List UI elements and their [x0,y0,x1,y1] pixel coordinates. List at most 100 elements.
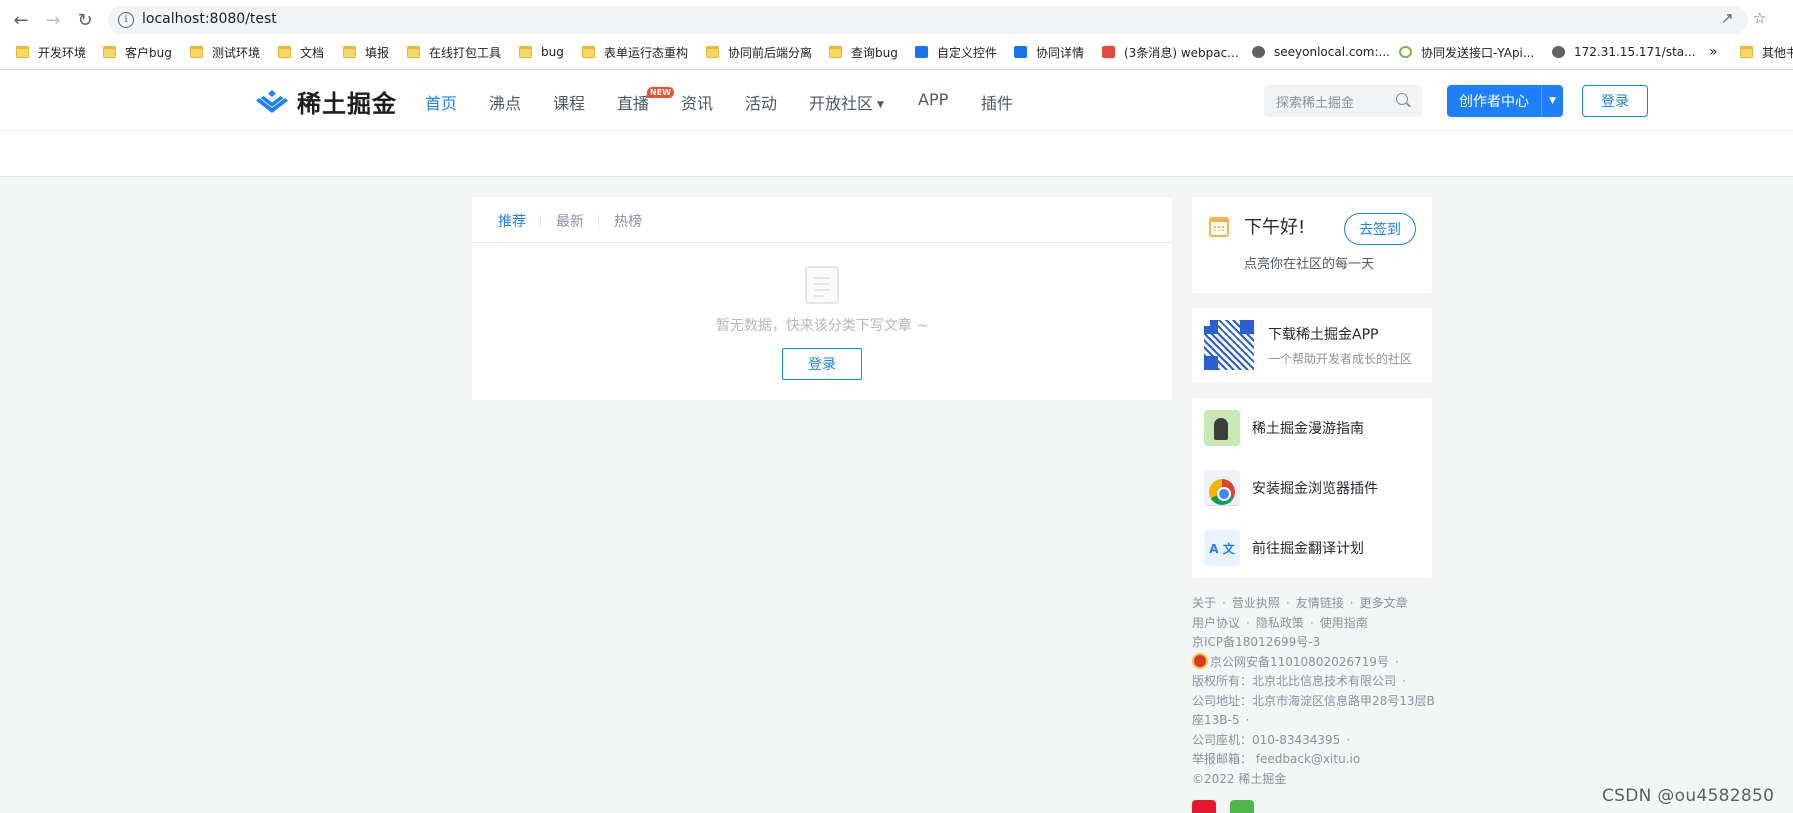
bookmark-item[interactable]: 填报 [343,43,389,61]
juejin-logo-icon [256,90,288,113]
greeting-subtitle: 点亮你在社区的每一天 [1244,257,1375,272]
footer-link-about[interactable]: 关于 [1192,596,1216,610]
footer-link-license[interactable]: 营业执照 [1232,596,1280,610]
footer-link-guide[interactable]: 使用指南 [1320,616,1368,630]
footer-email: 举报邮箱： feedback@xitu.io [1192,752,1361,766]
globe-icon [1552,46,1565,58]
bookmark-item[interactable]: 文档 [278,43,324,61]
police-badge-icon [1192,652,1208,669]
app-icon [1014,46,1027,58]
folder-icon [407,46,420,58]
share-icon[interactable]: ↗ [1721,9,1734,27]
sub-header-bar [0,131,1793,177]
tab-divider [598,215,599,227]
bookmark-item[interactable]: 协同前后端分离 [706,43,812,61]
forward-icon[interactable]: → [40,7,66,33]
login-button[interactable]: 登录 [1582,85,1648,117]
address-url[interactable]: localhost:8080/test [142,11,277,27]
site-logo[interactable]: 稀土掘金 [255,85,397,118]
folder-icon [16,46,29,58]
bookmark-item[interactable]: 开发环境 [16,43,86,61]
bookmark-item[interactable]: 在线打包工具 [407,43,501,61]
footer-link-friends[interactable]: 友情链接 [1296,596,1344,610]
wechat-icon[interactable] [1230,800,1254,813]
bookmark-item-other[interactable]: 其他书签 [1740,43,1793,61]
back-icon[interactable]: ← [8,7,34,33]
link-translation[interactable]: A 文 前往掘金翻译计划 [1204,530,1424,566]
footer-icp[interactable]: 京ICP备18012699号-3 [1192,633,1432,653]
greeting-title: 下午好! [1244,217,1306,238]
nav-pins[interactable]: 沸点 [489,90,521,114]
bookmark-star-icon[interactable]: ☆ [1753,9,1766,27]
footer-police[interactable]: 京公网安备11010802026719号 · [1192,652,1432,673]
nav-home[interactable]: 首页 [425,90,457,114]
bookmark-item[interactable]: 自定义控件 [915,43,997,61]
csdn-watermark: CSDN @ou4582850 [1602,786,1775,806]
bookmark-item[interactable]: 查询bug [829,43,898,61]
tab-hot[interactable]: 热榜 [614,211,642,231]
bookmark-item[interactable]: (3条消息) webpac... [1102,43,1239,61]
caret-down-icon: ▼ [877,99,884,110]
nav-live[interactable]: 直播 [617,90,649,114]
creator-dropdown-icon[interactable]: ▼ [1541,85,1563,117]
search-input[interactable]: 探索稀土掘金 [1264,85,1422,117]
folder-icon [1740,46,1753,58]
bookmarks-bar: 开发环境 客户bug 测试环境 文档 填报 在线打包工具 bug 表单运行态重构… [0,40,1793,64]
footer-link-more[interactable]: 更多文章 [1360,596,1408,610]
search-icon[interactable] [1396,93,1408,105]
nav-open-community-label: 开放社区 [809,94,874,113]
globe-icon [1252,46,1265,58]
new-badge: NEW [647,87,674,98]
footer-copyright: ©2022 稀土掘金 [1192,771,1287,786]
empty-document-icon [805,266,839,304]
nav-events[interactable]: 活动 [745,90,777,114]
footer-links-row: 关于 · 营业执照 · 友情链接 · 更多文章 [1192,596,1408,610]
creator-center-button[interactable]: 创作者中心 [1447,85,1541,117]
calendar-icon [1209,217,1229,237]
tab-divider [540,215,541,227]
more-bookmarks-icon[interactable]: » [1709,44,1718,60]
app-download-card[interactable]: 下载稀土掘金APP 一个帮助开发者成长的社区 [1192,308,1432,382]
chrome-icon [1204,470,1240,506]
site-header: 稀土掘金 首页 沸点 课程 直播 NEW 资讯 活动 开放社区 ▼ APP 插件 … [0,71,1793,131]
bookmark-item[interactable]: 协同详情 [1014,43,1084,61]
reload-icon[interactable]: ↻ [72,7,98,33]
footer-link-privacy[interactable]: 隐私政策 [1256,616,1304,630]
search-placeholder: 探索稀土掘金 [1276,96,1355,111]
footer-links-row: 用户协议 · 隐私政策 · 使用指南 [1192,615,1368,630]
footer-link-agreement[interactable]: 用户协议 [1192,616,1240,630]
nav-news[interactable]: 资讯 [681,90,713,114]
address-row: ← → ↻ i localhost:8080/test ↗ ☆ [0,0,1793,38]
bookmark-item[interactable]: 表单运行态重构 [582,43,688,61]
bookmark-item[interactable]: seeyonlocal.com:... [1252,43,1390,61]
bookmark-item[interactable]: 协同发送接口-YApi... [1399,43,1534,61]
link-label: 稀土掘金漫游指南 [1252,421,1364,437]
app-download-title: 下载稀土掘金APP [1268,327,1379,343]
checkin-button[interactable]: 去签到 [1344,213,1416,245]
folder-icon [190,46,203,58]
tab-latest[interactable]: 最新 [556,211,584,231]
link-browser-extension[interactable]: 安装掘金浏览器插件 [1204,470,1424,506]
address-bar[interactable]: i localhost:8080/test [108,6,1748,34]
feed-login-button[interactable]: 登录 [782,348,862,380]
bookmark-item[interactable]: 测试环境 [190,43,260,61]
folder-icon [706,46,719,58]
site-info-icon[interactable]: i [118,12,134,28]
bookmark-item[interactable]: 客户bug [103,43,172,61]
folder-icon [582,46,595,58]
bookmark-item[interactable]: 172.31.15.171/sta... [1552,43,1696,61]
nav-open-community[interactable]: 开放社区 ▼ [809,90,884,114]
nav-plugins[interactable]: 插件 [981,90,1013,114]
footer-owner: 版权所有：北京北比信息技术有限公司 · [1192,674,1406,688]
nav-app[interactable]: APP [918,90,948,109]
tab-recommended[interactable]: 推荐 [498,211,526,231]
weibo-icon[interactable] [1192,800,1216,813]
footer-address: 公司地址：北京市海淀区信息路甲28号13层B [1192,693,1435,708]
app-download-subtitle: 一个帮助开发者成长的社区 [1268,352,1413,366]
bookmark-item[interactable]: bug [519,43,564,61]
link-guide[interactable]: 稀土掘金漫游指南 [1204,410,1424,446]
csdn-icon [1102,46,1115,58]
guide-mascot-icon [1204,410,1240,446]
yapi-icon [1399,46,1412,58]
nav-courses[interactable]: 课程 [553,90,585,114]
